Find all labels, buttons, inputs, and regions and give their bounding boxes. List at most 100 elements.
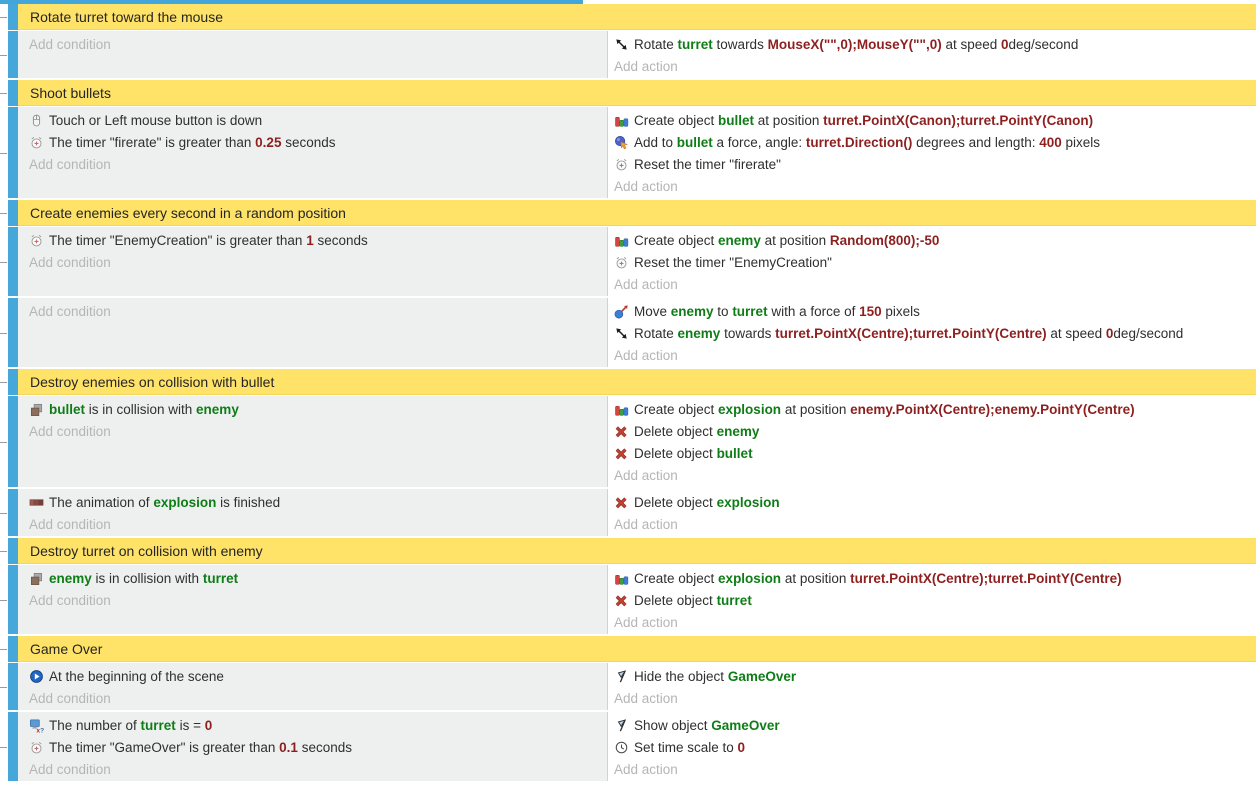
add-action-button[interactable]: Add action — [608, 758, 1256, 780]
create-object-icon — [614, 402, 629, 417]
event-handle-bar[interactable] — [8, 636, 18, 662]
group-title: Destroy enemies on collision with bullet — [30, 374, 274, 390]
actions-column: Delete object explosionAdd action — [608, 489, 1256, 536]
condition-row[interactable]: enemy is in collision with turret — [18, 567, 607, 589]
add-action-button[interactable]: Add action — [608, 611, 1256, 633]
move-icon — [614, 304, 629, 319]
add-action-button[interactable]: Add action — [608, 55, 1256, 77]
group-header[interactable]: Destroy enemies on collision with bullet — [18, 369, 1256, 395]
event-handle-bar[interactable] — [8, 712, 18, 781]
event-handle-bar[interactable] — [8, 396, 18, 487]
event-handle-bar[interactable] — [8, 369, 18, 395]
text-segment: turret — [717, 593, 752, 608]
add-condition-button[interactable]: Add condition — [18, 687, 607, 709]
event-handle-bar[interactable] — [8, 200, 18, 226]
add-action-button[interactable]: Add action — [608, 273, 1256, 295]
event-row: The animation of explosion is finishedAd… — [0, 489, 1256, 536]
event-handle-bar[interactable] — [8, 80, 18, 106]
play-icon — [29, 669, 44, 684]
action-row[interactable]: Delete object explosion — [608, 491, 1256, 513]
text-segment: Reset the timer "EnemyCreation" — [634, 255, 832, 270]
actions-column: Show object GameOverSet time scale to 0A… — [608, 712, 1256, 781]
event-handle-bar[interactable] — [8, 565, 18, 634]
action-row[interactable]: Create object bullet at position turret.… — [608, 109, 1256, 131]
text-segment: Delete object — [634, 446, 717, 461]
action-row[interactable]: Create object enemy at position Random(8… — [608, 229, 1256, 251]
group-header[interactable]: Shoot bullets — [18, 80, 1256, 106]
condition-row[interactable]: The timer "GameOver" is greater than 0.1… — [18, 736, 607, 758]
add-condition-button[interactable]: Add condition — [18, 33, 607, 55]
add-condition-button[interactable]: Add condition — [18, 758, 607, 780]
add-condition-button[interactable]: Add condition — [18, 251, 607, 273]
event-handle-bar[interactable] — [8, 107, 18, 198]
condition-row[interactable]: The timer "firerate" is greater than 0.2… — [18, 131, 607, 153]
text-segment: Rotate — [634, 37, 678, 52]
action-row[interactable]: Delete object enemy — [608, 420, 1256, 442]
event-tree-gutter — [0, 538, 8, 564]
action-row[interactable]: Delete object turret — [608, 589, 1256, 611]
event-row: x?The number of turret is = 0The timer "… — [0, 712, 1256, 781]
condition-row[interactable]: The timer "EnemyCreation" is greater tha… — [18, 229, 607, 251]
condition-row[interactable]: x?The number of turret is = 0 — [18, 714, 607, 736]
event-tree-gutter — [0, 227, 8, 296]
add-condition-button[interactable]: Add condition — [18, 420, 607, 442]
action-row[interactable]: Reset the timer "firerate" — [608, 153, 1256, 175]
text-segment: Set time scale to — [634, 740, 738, 755]
event-handle-bar[interactable] — [8, 663, 18, 710]
actions-column: Create object bullet at position turret.… — [608, 107, 1256, 198]
group-title: Rotate turret toward the mouse — [30, 9, 223, 25]
instruction-text: Delete object enemy — [634, 424, 759, 439]
add-condition-button[interactable]: Add condition — [18, 153, 607, 175]
text-segment: Create object — [634, 113, 718, 128]
condition-row[interactable]: Touch or Left mouse button is down — [18, 109, 607, 131]
action-row[interactable]: Set time scale to 0 — [608, 736, 1256, 758]
condition-row[interactable]: bullet is in collision with enemy — [18, 398, 607, 420]
tree-tick — [0, 93, 7, 94]
instruction-text: Create object explosion at position enem… — [634, 402, 1135, 417]
tree-tick — [0, 55, 7, 56]
action-row[interactable]: Add to bullet a force, angle: turret.Dir… — [608, 131, 1256, 153]
group-header[interactable]: Game Over — [18, 636, 1256, 662]
text-segment: 0 — [205, 718, 213, 733]
event-handle-bar[interactable] — [8, 489, 18, 536]
action-row[interactable]: Rotate enemy towards turret.PointX(Centr… — [608, 322, 1256, 344]
action-row[interactable]: Rotate turret towards MouseX("",0);Mouse… — [608, 33, 1256, 55]
action-row[interactable]: Create object explosion at position enem… — [608, 398, 1256, 420]
condition-row[interactable]: At the beginning of the scene — [18, 665, 607, 687]
event-tree-gutter — [0, 396, 8, 487]
group-header[interactable]: Destroy turret on collision with enemy — [18, 538, 1256, 564]
add-action-button[interactable]: Add action — [608, 344, 1256, 366]
text-segment: deg/second — [1113, 326, 1183, 341]
tree-tick — [0, 600, 7, 601]
add-condition-button[interactable]: Add condition — [18, 589, 607, 611]
action-row[interactable]: Delete object bullet — [608, 442, 1256, 464]
action-row[interactable]: Create object explosion at position turr… — [608, 567, 1256, 589]
add-action-button[interactable]: Add action — [608, 513, 1256, 535]
add-action-button[interactable]: Add action — [608, 464, 1256, 486]
action-row[interactable]: Move enemy to turret with a force of 150… — [608, 300, 1256, 322]
action-row[interactable]: Show object GameOver — [608, 714, 1256, 736]
add-action-button[interactable]: Add action — [608, 175, 1256, 197]
group-header-row: Game Over — [0, 636, 1256, 662]
event-handle-bar[interactable] — [8, 298, 18, 367]
text-segment: seconds — [314, 233, 368, 248]
add-condition-button[interactable]: Add condition — [18, 300, 607, 322]
action-row[interactable]: Reset the timer "EnemyCreation" — [608, 251, 1256, 273]
event-handle-bar[interactable] — [8, 538, 18, 564]
text-segment: 0.25 — [255, 135, 281, 150]
event-tree-gutter — [0, 663, 8, 710]
text-segment: Touch or Left mouse button is down — [49, 113, 262, 128]
action-row[interactable]: Hide the object GameOver — [608, 665, 1256, 687]
text-segment: Create object — [634, 233, 718, 248]
group-header[interactable]: Create enemies every second in a random … — [18, 200, 1256, 226]
event-handle-bar[interactable] — [8, 227, 18, 296]
tree-tick — [0, 687, 7, 688]
condition-row[interactable]: The animation of explosion is finished — [18, 491, 607, 513]
event-row: Add conditionMove enemy to turret with a… — [0, 298, 1256, 367]
event-handle-bar[interactable] — [8, 31, 18, 78]
add-condition-button[interactable]: Add condition — [18, 513, 607, 535]
add-action-button[interactable]: Add action — [608, 687, 1256, 709]
group-header[interactable]: Rotate turret toward the mouse — [18, 4, 1256, 30]
event-handle-bar[interactable] — [8, 4, 18, 30]
event-row: At the beginning of the sceneAdd conditi… — [0, 663, 1256, 710]
